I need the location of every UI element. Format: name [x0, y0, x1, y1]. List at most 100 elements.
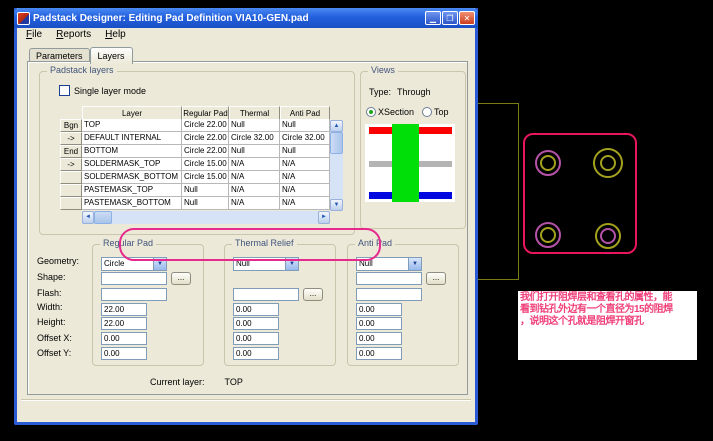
- xsection-radio-icon: [366, 107, 376, 117]
- horizontal-scrollbar[interactable]: ◄ ►: [82, 211, 330, 224]
- cell-thermal-relief[interactable]: N/A: [229, 158, 280, 171]
- column-header-layer[interactable]: Layer: [82, 106, 182, 120]
- shape-field[interactable]: [356, 272, 422, 285]
- width-field[interactable]: 22.00: [101, 303, 147, 316]
- offset_x-field[interactable]: 0.00: [101, 332, 147, 345]
- row-header-button[interactable]: End: [60, 145, 82, 158]
- table-row[interactable]: EndBOTTOMCircle 22.00NullNull: [60, 145, 343, 158]
- shape-field[interactable]: [101, 272, 167, 285]
- flash-field[interactable]: [233, 288, 299, 301]
- column-header-anti[interactable]: Anti Pad: [280, 106, 330, 120]
- horizontal-scroll-thumb[interactable]: [94, 211, 112, 224]
- status-bar: [21, 399, 471, 412]
- scroll-left-button[interactable]: ◄: [82, 211, 94, 224]
- cell-anti-pad[interactable]: N/A: [280, 184, 330, 197]
- radio-top[interactable]: Top: [422, 107, 449, 117]
- row-header-button[interactable]: Bgn: [60, 119, 82, 132]
- table-row[interactable]: PASTEMASK_BOTTOMNullN/AN/A: [60, 197, 343, 210]
- tab-layers[interactable]: Layers: [90, 47, 133, 64]
- table-row[interactable]: BgnTOPCircle 22.00NullNull: [60, 119, 343, 132]
- single-layer-mode-checkbox[interactable]: [59, 85, 70, 96]
- window-title: Padstack Designer: Editing Pad Definitio…: [33, 13, 425, 24]
- minimize-button[interactable]: ▁: [425, 11, 441, 25]
- row-header-button[interactable]: [60, 171, 82, 184]
- offset_x-field[interactable]: 0.00: [233, 332, 279, 345]
- cell-anti-pad[interactable]: N/A: [280, 197, 330, 210]
- maximize-button[interactable]: ❐: [442, 11, 458, 25]
- browse-button[interactable]: ...: [426, 272, 446, 285]
- via-pad-outer-ring: [535, 150, 561, 176]
- offset_x-field[interactable]: 0.00: [356, 332, 402, 345]
- column-header-th[interactable]: Thermal Relief: [229, 106, 280, 120]
- cell-anti-pad[interactable]: N/A: [280, 171, 330, 184]
- cell-regular-pad[interactable]: Null: [182, 184, 229, 197]
- cell-regular-pad[interactable]: Circle 22.00: [182, 145, 229, 158]
- cell-regular-pad[interactable]: Null: [182, 197, 229, 210]
- field-label-offsety: Offset Y:: [37, 348, 71, 358]
- cell-thermal-relief[interactable]: N/A: [229, 171, 280, 184]
- scroll-down-button[interactable]: ▼: [330, 199, 343, 211]
- height-field[interactable]: 22.00: [101, 317, 147, 330]
- menu-item-reports[interactable]: Reports: [49, 28, 98, 43]
- cell-regular-pad[interactable]: Circle 15.00: [182, 158, 229, 171]
- chevron-down-icon[interactable]: ▼: [408, 258, 421, 270]
- flash-field[interactable]: [101, 288, 167, 301]
- width-field[interactable]: 0.00: [356, 303, 402, 316]
- cell-anti-pad[interactable]: Null: [280, 145, 330, 158]
- cell-layer[interactable]: DEFAULT INTERNAL: [82, 132, 182, 145]
- vertical-scroll-thumb[interactable]: [330, 132, 343, 154]
- vertical-scrollbar[interactable]: ▲ ▼: [330, 120, 343, 211]
- scroll-right-button[interactable]: ►: [318, 211, 330, 224]
- row-header-button[interactable]: ->: [60, 158, 82, 171]
- cell-thermal-relief[interactable]: Null: [229, 145, 280, 158]
- offset_y-field[interactable]: 0.00: [101, 347, 147, 360]
- cell-regular-pad[interactable]: Circle 22.00: [182, 132, 229, 145]
- cell-regular-pad[interactable]: Circle 22.00: [182, 119, 229, 132]
- cell-thermal-relief[interactable]: N/A: [229, 197, 280, 210]
- scroll-up-button[interactable]: ▲: [330, 120, 343, 132]
- cell-anti-pad[interactable]: Circle 32.00: [280, 132, 330, 145]
- cell-layer[interactable]: PASTEMASK_TOP: [82, 184, 182, 197]
- group-anti-pad: Anti PadNull▼0.000.000.000.00...: [347, 244, 459, 366]
- table-header-row: LayerRegular PadThermal ReliefAnti Pad: [60, 106, 343, 119]
- cell-thermal-relief[interactable]: N/A: [229, 184, 280, 197]
- app-icon: [17, 12, 30, 25]
- annotation-note: 我们打开阻焊层和查看孔的属性，能看到钻孔外边有一个直径为15的阻焊，说明这个孔就…: [518, 291, 697, 360]
- top-pad-bar-left: [369, 127, 392, 134]
- cell-layer[interactable]: TOP: [82, 119, 182, 132]
- cell-thermal-relief[interactable]: Circle 32.00: [229, 132, 280, 145]
- table-row[interactable]: ->DEFAULT INTERNALCircle 22.00Circle 32.…: [60, 132, 343, 145]
- column-header-reg[interactable]: Regular Pad: [182, 106, 229, 120]
- layers-table-grid: LayerRegular PadThermal ReliefAnti PadBg…: [60, 106, 343, 210]
- menu-item-help[interactable]: Help: [98, 28, 133, 43]
- radio-xsection[interactable]: XSection: [366, 107, 414, 117]
- title-bar[interactable]: Padstack Designer: Editing Pad Definitio…: [14, 8, 478, 28]
- cell-anti-pad[interactable]: N/A: [280, 158, 330, 171]
- width-field[interactable]: 0.00: [233, 303, 279, 316]
- padstack-layers-group: Padstack layers Single layer mode LayerR…: [39, 71, 355, 235]
- cell-regular-pad[interactable]: Circle 15.00: [182, 171, 229, 184]
- offset_y-field[interactable]: 0.00: [233, 347, 279, 360]
- browse-button[interactable]: ...: [171, 272, 191, 285]
- offset_y-field[interactable]: 0.00: [356, 347, 402, 360]
- table-row[interactable]: ->SOLDERMASK_TOPCircle 15.00N/AN/A: [60, 158, 343, 171]
- flash-field[interactable]: [356, 288, 422, 301]
- cell-anti-pad[interactable]: Null: [280, 119, 330, 132]
- table-row[interactable]: SOLDERMASK_BOTTOMCircle 15.00N/AN/A: [60, 171, 343, 184]
- row-header-button[interactable]: [60, 184, 82, 197]
- row-header-button[interactable]: ->: [60, 132, 82, 145]
- cell-layer[interactable]: PASTEMASK_BOTTOM: [82, 197, 182, 210]
- menu-item-file[interactable]: File: [19, 28, 49, 43]
- cell-layer[interactable]: SOLDERMASK_TOP: [82, 158, 182, 171]
- cell-layer[interactable]: SOLDERMASK_BOTTOM: [82, 171, 182, 184]
- close-button[interactable]: ✕: [459, 11, 475, 25]
- padstack-layers-group-label: Padstack layers: [47, 65, 117, 75]
- row-header-button[interactable]: [60, 197, 82, 210]
- table-row[interactable]: PASTEMASK_TOPNullN/AN/A: [60, 184, 343, 197]
- cell-thermal-relief[interactable]: Null: [229, 119, 280, 132]
- via-drill-inner-ring: [540, 155, 556, 171]
- browse-button[interactable]: ...: [303, 288, 323, 301]
- height-field[interactable]: 0.00: [233, 317, 279, 330]
- height-field[interactable]: 0.00: [356, 317, 402, 330]
- cell-layer[interactable]: BOTTOM: [82, 145, 182, 158]
